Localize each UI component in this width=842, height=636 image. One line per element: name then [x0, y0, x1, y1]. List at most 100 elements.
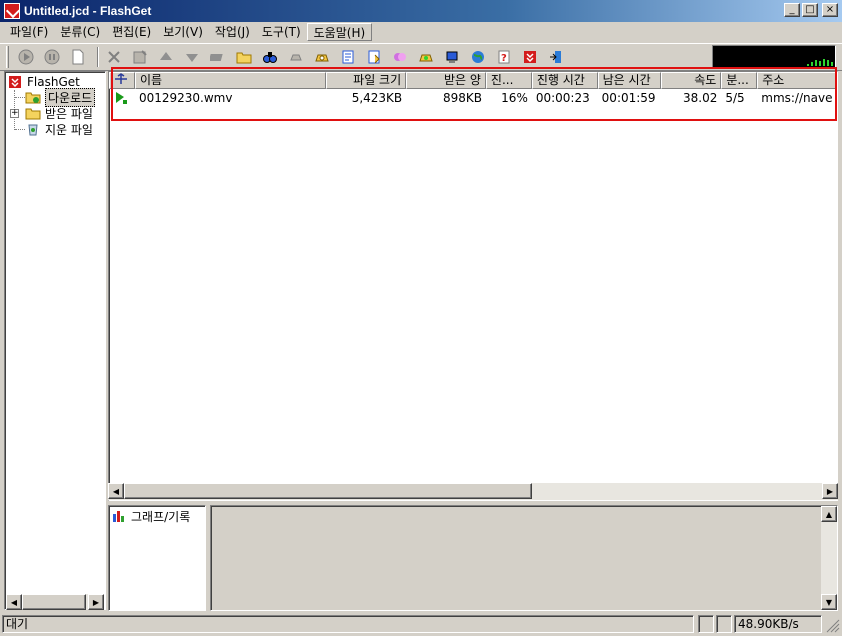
- close-button[interactable]: ×: [822, 3, 838, 17]
- connect-icon[interactable]: [415, 46, 437, 68]
- status-column-icon: [115, 73, 127, 84]
- cell-url: mms://nave: [761, 91, 833, 105]
- globe-icon[interactable]: [467, 46, 489, 68]
- toolbar-separator: [97, 47, 99, 67]
- menu-category[interactable]: 분류(C): [54, 23, 106, 41]
- window-controls: _ □ ×: [784, 3, 838, 17]
- properties-icon[interactable]: [129, 46, 151, 68]
- category-icon[interactable]: [363, 46, 385, 68]
- delete-icon[interactable]: [103, 46, 125, 68]
- column-progress[interactable]: 진...: [485, 72, 532, 89]
- tree-item-label: 받은 파일: [45, 106, 93, 121]
- column-file-size[interactable]: 파일 크기: [326, 72, 407, 89]
- tree-item-label: 지운 파일: [45, 122, 93, 137]
- toolbar: ?: [0, 43, 842, 71]
- move-down-icon[interactable]: [181, 46, 203, 68]
- tree-item-deleted[interactable]: 지운 파일: [25, 121, 93, 137]
- column-received[interactable]: 받은 양: [406, 72, 486, 89]
- scroll-right-button[interactable]: ▶: [88, 594, 104, 610]
- column-name[interactable]: 이름: [134, 72, 327, 89]
- resize-grip-icon[interactable]: [826, 619, 840, 633]
- open-folder-icon[interactable]: [233, 46, 255, 68]
- downloading-icon: [25, 92, 41, 104]
- menu-jobs[interactable]: 작업(J): [209, 23, 256, 41]
- tree-connector: [15, 97, 25, 98]
- scroll-thumb[interactable]: [124, 483, 532, 499]
- column-segments[interactable]: 분...: [721, 72, 758, 89]
- schedule-icon[interactable]: [207, 46, 229, 68]
- graph-log-icon: [113, 511, 124, 522]
- minimize-button[interactable]: _: [784, 3, 800, 17]
- menu-help[interactable]: 도움말(H): [306, 23, 373, 41]
- scroll-up-button[interactable]: ▲: [821, 506, 837, 522]
- list-horizontal-scrollbar[interactable]: ◀ ▶: [108, 483, 838, 500]
- cell-speed: 38.02: [682, 91, 718, 105]
- category-tree: FlashGet 다운로드 + 받은 파일 지운 파일: [4, 71, 106, 610]
- menu-tools[interactable]: 도구(T): [256, 23, 307, 41]
- flashget-root-icon: [9, 76, 21, 88]
- status-bar: 대기 48.90KB/s: [0, 613, 842, 636]
- status-speed: 48.90KB/s: [734, 615, 822, 633]
- cell-file-size: 5,423KB: [351, 91, 403, 105]
- cell-segments: 5/5: [725, 91, 745, 105]
- stop-icon[interactable]: [41, 46, 63, 68]
- graph-log-tab[interactable]: 그래프/기록: [111, 508, 190, 524]
- cell-progress: 16%: [501, 91, 528, 105]
- scroll-left-button[interactable]: ◀: [108, 483, 124, 499]
- column-speed[interactable]: 속도: [661, 72, 722, 89]
- status-indicator: [716, 615, 732, 633]
- column-remaining[interactable]: 남은 시간: [597, 72, 662, 89]
- download-list: 이름 파일 크기 받은 양 진... 진행 시간 남은 시간 속도 분... 주…: [108, 71, 838, 501]
- column-url[interactable]: 주소: [757, 72, 837, 89]
- skin-icon[interactable]: [389, 46, 411, 68]
- flashget-logo-icon: [4, 3, 20, 19]
- search-icon[interactable]: [259, 46, 281, 68]
- scroll-down-button[interactable]: ▼: [821, 594, 837, 610]
- speed-monitor-graph: [712, 45, 836, 69]
- scroll-left-button[interactable]: ◀: [6, 594, 22, 610]
- help-icon[interactable]: ?: [493, 46, 515, 68]
- window-title: Untitled.jcd - FlashGet: [24, 4, 152, 18]
- scroll-right-button[interactable]: ▶: [822, 483, 838, 499]
- log-vertical-scrollbar[interactable]: ▲ ▼: [821, 506, 837, 610]
- tree-connector: [15, 129, 25, 130]
- folder-icon: [25, 108, 41, 120]
- tree-horizontal-scrollbar[interactable]: ◀ ▶: [6, 594, 104, 610]
- tree-item-downloaded[interactable]: 받은 파일: [25, 105, 93, 121]
- graph-log-label: 그래프/기록: [131, 509, 191, 524]
- recycle-icon: [28, 124, 38, 136]
- log-content-pane: ▲ ▼: [210, 505, 838, 611]
- toolbar-grip[interactable]: [6, 46, 9, 68]
- menu-bar: 파일(F) 분류(C) 편집(E) 보기(V) 작업(J) 도구(T) 도움말(…: [0, 22, 842, 42]
- tree-expand-toggle[interactable]: +: [10, 109, 19, 118]
- cell-elapsed: 00:00:23: [535, 91, 590, 105]
- tree-item-downloading[interactable]: 다운로드: [25, 87, 96, 107]
- menu-file[interactable]: 파일(F): [4, 23, 54, 41]
- scroll-thumb[interactable]: [22, 594, 86, 610]
- row-status: [109, 89, 135, 107]
- cell-received: 898KB: [442, 91, 482, 105]
- exit-icon[interactable]: [545, 46, 567, 68]
- cell-remaining: 00:01:59: [601, 91, 656, 105]
- clipboard-icon[interactable]: [441, 46, 463, 68]
- column-elapsed[interactable]: 진행 시간: [531, 72, 598, 89]
- running-play-icon: [116, 92, 127, 104]
- hangup-icon[interactable]: [285, 46, 307, 68]
- move-up-icon[interactable]: [155, 46, 177, 68]
- log-tab-pane: 그래프/기록: [108, 505, 206, 611]
- flashget-icon[interactable]: [519, 46, 541, 68]
- table-row[interactable]: 00129230.wmv 5,423KB 898KB 16% 00:00:23 …: [109, 89, 837, 107]
- menu-edit[interactable]: 편집(E): [106, 23, 157, 41]
- status-text: 대기: [2, 615, 694, 633]
- new-file-icon[interactable]: [67, 46, 89, 68]
- title-bar: Untitled.jcd - FlashGet _ □ ×: [0, 0, 842, 22]
- menu-view[interactable]: 보기(V): [157, 23, 209, 41]
- maximize-button[interactable]: □: [802, 3, 818, 17]
- dialup-icon[interactable]: [311, 46, 333, 68]
- cell-name: 00129230.wmv: [138, 91, 233, 105]
- svg-text:?: ?: [501, 53, 507, 64]
- column-status-icon[interactable]: [109, 72, 135, 89]
- site-manager-icon[interactable]: [337, 46, 359, 68]
- status-indicator: [698, 615, 714, 633]
- play-icon[interactable]: [15, 46, 37, 68]
